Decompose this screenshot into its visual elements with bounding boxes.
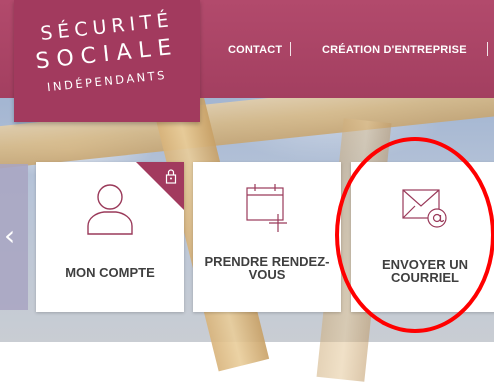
nav-separator (487, 42, 488, 56)
card-label: PRENDRE RENDEZ- VOUS (193, 255, 341, 281)
card-prendre-rendez-vous[interactable]: PRENDRE RENDEZ- VOUS (193, 162, 341, 312)
card-label: ENVOYER UN COURRIEL (351, 258, 494, 284)
card-label-line: COURRIEL (391, 270, 459, 285)
card-label-line: VOUS (248, 267, 286, 282)
email-icon (397, 180, 453, 237)
site-logo[interactable]: SÉCURITÉ SOCIALE INDÉPENDANTS (14, 0, 200, 122)
lock-icon (164, 168, 178, 189)
nav-creation-link[interactable]: CRÉATION D'ENTREPRISE (322, 44, 467, 56)
card-label: MON COMPTE (65, 265, 155, 280)
user-icon (84, 180, 136, 243)
card-envoyer-courriel[interactable]: ENVOYER UN COURRIEL (351, 162, 494, 312)
nav-contact-link[interactable]: CONTACT (228, 44, 282, 56)
calendar-add-icon (241, 180, 293, 241)
chevron-left-icon[interactable]: ‹ (4, 222, 15, 250)
card-mon-compte[interactable]: MON COMPTE (36, 162, 184, 312)
nav-separator (290, 42, 291, 56)
